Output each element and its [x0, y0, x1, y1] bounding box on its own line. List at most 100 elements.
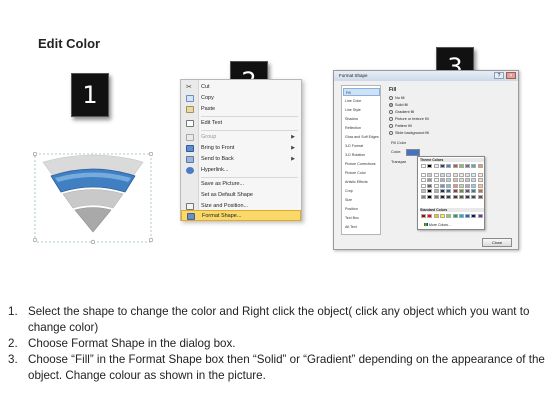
option-slide-background-fill[interactable]: Slide background fill [389, 131, 429, 135]
color-swatch[interactable] [446, 194, 452, 199]
color-swatch[interactable] [465, 164, 471, 168]
color-swatch[interactable] [465, 178, 471, 182]
menu-item-copy[interactable]: Copy [181, 93, 301, 104]
color-swatch[interactable] [427, 164, 433, 168]
color-swatch[interactable] [477, 194, 483, 199]
color-swatch[interactable] [421, 164, 426, 168]
color-swatch[interactable] [446, 164, 452, 168]
standard-color-swatch[interactable] [427, 214, 433, 218]
color-swatch[interactable] [452, 164, 458, 168]
color-swatch[interactable] [452, 183, 458, 188]
standard-color-swatch[interactable] [446, 214, 452, 218]
more-colors-link[interactable]: More Colors... [424, 223, 451, 227]
color-swatch[interactable] [421, 189, 426, 193]
color-picker-button[interactable] [406, 149, 420, 156]
color-swatch[interactable] [477, 183, 483, 188]
color-swatch[interactable] [433, 164, 439, 168]
color-swatch[interactable] [465, 183, 471, 188]
nav-item-glow[interactable]: Glow and Soft Edges [343, 133, 380, 141]
standard-color-swatch[interactable] [477, 214, 483, 218]
nav-item-reflection[interactable]: Reflection [343, 124, 380, 132]
nav-item-fill[interactable]: Fill [343, 88, 380, 96]
color-swatch[interactable] [433, 189, 439, 193]
color-swatch[interactable] [471, 183, 477, 188]
color-swatch[interactable] [477, 178, 483, 182]
color-swatch[interactable] [439, 172, 445, 177]
option-picture-fill[interactable]: Picture or texture fill [389, 117, 429, 121]
color-swatch[interactable] [446, 172, 452, 177]
color-swatch[interactable] [439, 178, 445, 182]
color-swatch[interactable] [427, 194, 433, 199]
color-swatch[interactable] [421, 172, 426, 177]
menu-item-hyperlink[interactable]: Hyperlink... [181, 165, 301, 176]
nav-item-text-box[interactable]: Text Box [343, 214, 380, 222]
color-swatch[interactable] [465, 172, 471, 177]
option-gradient-fill[interactable]: Gradient fill [389, 110, 414, 114]
option-pattern-fill[interactable]: Pattern fill [389, 124, 412, 128]
color-swatch[interactable] [439, 194, 445, 199]
menu-item-bring-to-front[interactable]: Bring to Front ▶ [181, 143, 301, 154]
color-swatch[interactable] [427, 189, 433, 193]
nav-item-artistic-effects[interactable]: Artistic Effects [343, 178, 380, 186]
nav-item-3d-format[interactable]: 3-D Format [343, 142, 380, 150]
selected-shape[interactable] [32, 147, 154, 245]
close-icon[interactable]: × [506, 72, 516, 79]
nav-item-line-style[interactable]: Line Style [343, 106, 380, 114]
menu-item-format-shape[interactable]: Format Shape... [181, 210, 301, 221]
color-swatch[interactable] [433, 194, 439, 199]
color-swatch[interactable] [465, 194, 471, 199]
color-swatch[interactable] [439, 189, 445, 193]
color-swatch[interactable] [427, 183, 433, 188]
color-swatch[interactable] [452, 178, 458, 182]
color-swatch[interactable] [458, 178, 464, 182]
option-no-fill[interactable]: No fill [389, 96, 405, 100]
color-swatch[interactable] [471, 164, 477, 168]
menu-item-group[interactable]: Group ▶ [181, 132, 301, 143]
color-swatch[interactable] [452, 189, 458, 193]
nav-item-alt-text[interactable]: Alt Text [343, 223, 380, 231]
menu-item-edit-text[interactable]: Edit Text [181, 118, 301, 129]
menu-item-paste[interactable]: Paste [181, 104, 301, 115]
color-swatch[interactable] [465, 189, 471, 193]
nav-item-size[interactable]: Size [343, 196, 380, 204]
nav-item-crop[interactable]: Crop [343, 187, 380, 195]
color-swatch[interactable] [433, 178, 439, 182]
nav-item-line-color[interactable]: Line Color [343, 97, 380, 105]
color-swatch[interactable] [477, 172, 483, 177]
standard-color-swatch[interactable] [452, 214, 458, 218]
color-swatch[interactable] [427, 178, 433, 182]
color-swatch[interactable] [458, 164, 464, 168]
color-swatch[interactable] [446, 178, 452, 182]
color-swatch[interactable] [433, 172, 439, 177]
nav-item-shadow[interactable]: Shadow [343, 115, 380, 123]
color-swatch[interactable] [477, 164, 483, 168]
color-swatch[interactable] [458, 183, 464, 188]
color-swatch[interactable] [446, 189, 452, 193]
color-swatch[interactable] [471, 194, 477, 199]
option-solid-fill[interactable]: Solid fill [389, 103, 408, 107]
nav-item-3d-rotation[interactable]: 3-D Rotation [343, 151, 380, 159]
standard-color-swatch[interactable] [465, 214, 471, 218]
color-swatch[interactable] [421, 194, 426, 199]
standard-color-swatch[interactable] [433, 214, 439, 218]
standard-color-swatch[interactable] [439, 214, 445, 218]
color-swatch[interactable] [439, 183, 445, 188]
color-swatch[interactable] [421, 178, 426, 182]
color-swatch[interactable] [471, 172, 477, 177]
nav-item-picture-color[interactable]: Picture Color [343, 169, 380, 177]
color-swatch[interactable] [458, 172, 464, 177]
menu-item-save-as-picture[interactable]: Save as Picture... [181, 179, 301, 190]
color-swatch[interactable] [458, 189, 464, 193]
color-swatch[interactable] [421, 183, 426, 188]
menu-item-send-to-back[interactable]: Send to Back ▶ [181, 154, 301, 165]
color-swatch[interactable] [439, 164, 445, 168]
color-swatch[interactable] [433, 183, 439, 188]
arc-shape-graphic[interactable] [32, 147, 154, 245]
color-swatch[interactable] [427, 172, 433, 177]
color-swatch[interactable] [452, 172, 458, 177]
close-button[interactable]: Close [482, 238, 512, 247]
nav-item-picture-corrections[interactable]: Picture Corrections [343, 160, 380, 168]
standard-color-swatch[interactable] [471, 214, 477, 218]
color-swatch[interactable] [471, 189, 477, 193]
menu-item-set-default-shape[interactable]: Set as Default Shape [181, 190, 301, 201]
